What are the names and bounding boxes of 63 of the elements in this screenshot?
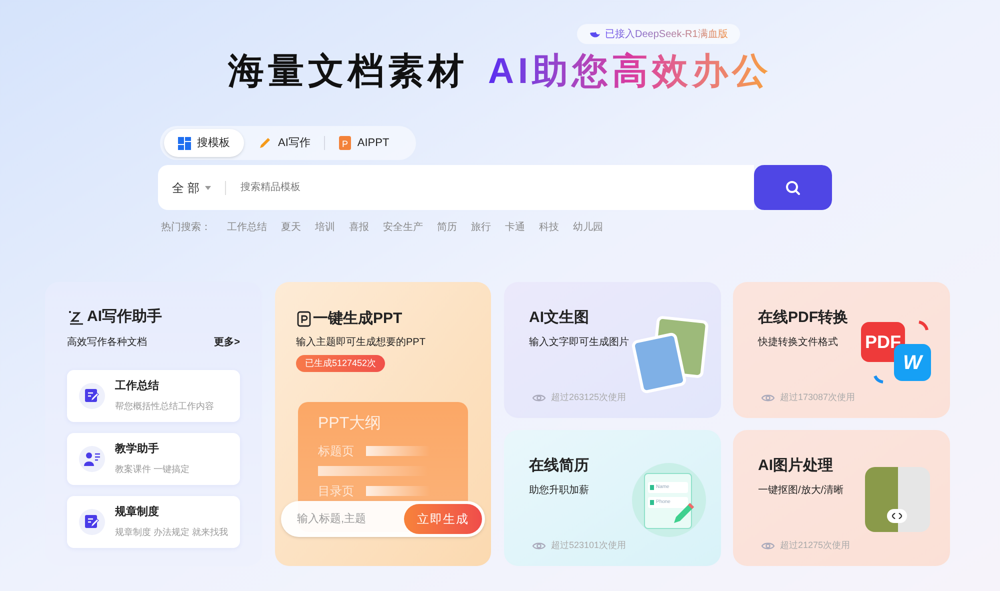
outline-title: PPT大纲	[318, 414, 382, 434]
card-subtitle: 输入文字即可生成图片	[529, 336, 629, 350]
card-title: AI文生图	[529, 308, 589, 328]
whale-icon	[589, 29, 601, 39]
word-badge: W	[894, 344, 931, 381]
generated-count-badge: 已生成5127452次	[296, 355, 386, 372]
card-title: 一键生成PPT	[313, 309, 402, 329]
tool-card[interactable]: AI图片处理 一键抠图/放大/清晰 超过21275次使用	[733, 430, 950, 566]
more-link[interactable]: 更多>	[214, 334, 240, 350]
hot-search-label: 热门搜索：	[161, 220, 211, 235]
search-icon	[785, 180, 801, 196]
usage-count: 超过173087次使用	[780, 391, 856, 404]
eye-icon	[532, 392, 546, 403]
template-description: 教案课件 一键搞定	[115, 462, 190, 476]
eye-icon	[761, 540, 775, 551]
outline-row-label: 目录页	[318, 483, 354, 500]
usage-count: 超过263125次使用	[551, 391, 626, 404]
topic-field[interactable]: 输入标题,主题	[297, 510, 404, 528]
teacher-icon	[84, 452, 100, 466]
grid-icon	[178, 136, 191, 150]
tab[interactable]: 搜模板	[164, 129, 244, 157]
edit-document-icon	[85, 514, 99, 528]
outline-bar	[366, 446, 430, 456]
usage-count: 超过523101次使用	[551, 539, 626, 552]
template-title: 规章制度	[115, 504, 160, 520]
pencil-icon	[258, 136, 272, 150]
deepseek-badge[interactable]: 已接入DeepSeek-R1满血版	[577, 24, 740, 44]
edit-document-icon	[85, 388, 99, 402]
p-document-icon: P	[339, 136, 352, 150]
tab[interactable]: P AIPPT	[325, 129, 404, 157]
card-subtitle: 高效写作各种文档	[67, 336, 147, 350]
writing-template-card[interactable]: 规章制度 规章制度 办法规定 就来找我	[67, 496, 240, 548]
card-subtitle: 快捷转换文件格式	[758, 336, 838, 350]
card-title: AI写作助手	[87, 307, 162, 327]
writing-template-card[interactable]: 教学助手 教案课件 一键搞定	[67, 432, 240, 484]
outline-row-label: 标题页	[318, 443, 354, 460]
card-title: 在线简历	[529, 456, 589, 476]
template-description: 规章制度 办法规定 就来找我	[115, 526, 228, 538]
tool-card[interactable]: 在线PDF转换 快捷转换文件格式 PDF W 超过173087次使用	[733, 282, 950, 418]
template-title: 工作总结	[115, 378, 160, 394]
scope-dropdown[interactable]: 全 部	[158, 165, 212, 210]
caret-icon	[205, 186, 212, 190]
tab[interactable]: AI写作	[244, 129, 324, 157]
template-title: 教学助手	[115, 442, 160, 457]
eye-icon	[532, 540, 546, 551]
headline: 海量文档素材	[228, 49, 468, 93]
pencil-icon	[672, 501, 696, 525]
compare-arrows-icon	[892, 513, 902, 519]
usage-count: 超过21275次使用	[780, 539, 850, 552]
tool-card[interactable]: AI文生图 输入文字即可生成图片 超过263125次使用	[504, 282, 721, 418]
outline-bar	[366, 486, 430, 496]
writing-icon	[67, 309, 85, 326]
search-button[interactable]	[754, 165, 832, 210]
template-description: 帮您概括性总结工作内容	[115, 400, 214, 412]
writing-template-card[interactable]: 工作总结 帮您概括性总结工作内容	[67, 370, 240, 422]
eye-icon	[761, 392, 775, 403]
search-field[interactable]: 搜索精品模板	[240, 165, 754, 210]
card-subtitle: 一键抠图/放大/清晰	[758, 484, 844, 498]
card-subtitle: 输入主题即可生成想要的PPT	[296, 336, 426, 350]
card-title: 在线PDF转换	[758, 308, 848, 328]
card-title: AI图片处理	[758, 456, 833, 476]
card-subtitle: 助您升职加薪	[529, 484, 589, 498]
p-document-icon	[297, 311, 311, 328]
